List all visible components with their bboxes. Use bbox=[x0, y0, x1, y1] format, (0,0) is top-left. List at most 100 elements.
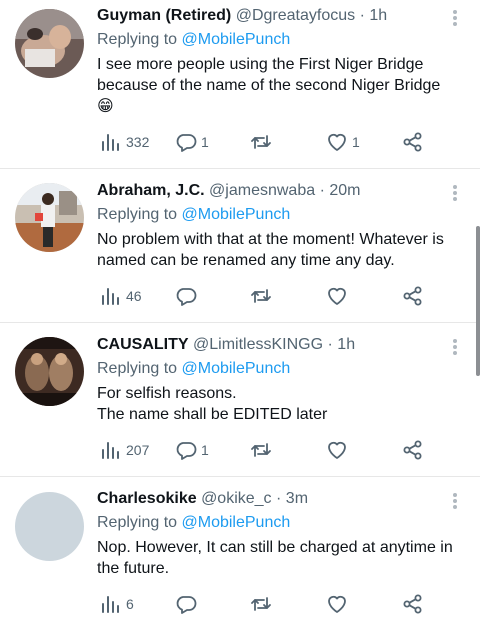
tweet-text: No problem with that at the moment! What… bbox=[97, 229, 462, 271]
tweet[interactable]: Charlesokike @okike_c · 3m Replying to @… bbox=[0, 477, 480, 627]
tweet-header: Charlesokike @okike_c · 3m bbox=[97, 489, 462, 509]
views-button[interactable]: 207 bbox=[100, 439, 149, 461]
tweet[interactable]: Abraham, J.C. @jamesnwaba · 20m Replying… bbox=[0, 169, 480, 323]
tweet-text-line: because of the name of the second Niger … bbox=[97, 77, 441, 94]
reply-button[interactable] bbox=[175, 593, 201, 615]
heart-icon bbox=[328, 287, 346, 305]
heart-icon bbox=[328, 133, 346, 151]
mention-link[interactable]: @MobilePunch bbox=[182, 206, 291, 223]
timestamp[interactable]: 1h bbox=[337, 336, 355, 353]
like-button[interactable] bbox=[326, 285, 352, 307]
tweet-text-line: No problem with that at the moment! What… bbox=[97, 231, 444, 248]
views-button[interactable]: 6 bbox=[100, 593, 134, 615]
mention-link[interactable]: @MobilePunch bbox=[182, 31, 291, 48]
tweet-header: Guyman (Retired) @Dgreatayfocus · 1h bbox=[97, 6, 462, 26]
share-button[interactable] bbox=[402, 285, 424, 307]
retweet-arrows-icon bbox=[251, 597, 271, 611]
views-count: 6 bbox=[126, 596, 134, 612]
tweet-text: For selfish reasons. The name shall be E… bbox=[97, 383, 462, 425]
avatar[interactable] bbox=[15, 337, 84, 406]
reply-button[interactable]: 1 bbox=[175, 439, 209, 461]
like-count: 1 bbox=[352, 134, 360, 150]
like-button[interactable] bbox=[326, 593, 352, 615]
share-button[interactable] bbox=[402, 593, 424, 615]
views-count: 46 bbox=[126, 288, 142, 304]
tweet-text-line: The name shall be EDITED later bbox=[97, 406, 328, 423]
reply-button[interactable]: 1 bbox=[175, 131, 209, 153]
timestamp[interactable]: 1h bbox=[369, 7, 387, 24]
views-button[interactable]: 46 bbox=[100, 285, 142, 307]
timestamp[interactable]: 3m bbox=[286, 490, 308, 507]
share-nodes-icon bbox=[403, 594, 422, 614]
views-count: 332 bbox=[126, 134, 150, 150]
tweet-text-line: For selfish reasons. bbox=[97, 385, 237, 402]
tweet-text-line: Nop. However, It can still be charged at… bbox=[97, 539, 453, 556]
tweet[interactable]: CAUSALITY @LimitlessKINGG · 1h Replying … bbox=[0, 323, 480, 477]
user-handle[interactable]: @LimitlessKINGG bbox=[193, 336, 323, 353]
separator: · bbox=[327, 336, 333, 353]
share-button[interactable] bbox=[402, 439, 424, 461]
like-button[interactable] bbox=[326, 439, 352, 461]
tweet-header: Abraham, J.C. @jamesnwaba · 20m bbox=[97, 181, 462, 201]
like-button[interactable]: 1 bbox=[326, 131, 360, 153]
display-name[interactable]: CAUSALITY bbox=[97, 336, 189, 353]
display-name[interactable]: Abraham, J.C. bbox=[97, 182, 205, 199]
share-nodes-icon bbox=[403, 286, 422, 306]
reply-button[interactable] bbox=[175, 285, 201, 307]
tweet[interactable]: Guyman (Retired) @Dgreatayfocus · 1h Rep… bbox=[0, 0, 480, 169]
more-vertical-icon[interactable] bbox=[452, 491, 458, 511]
mention-link[interactable]: @MobilePunch bbox=[182, 360, 291, 377]
scrollbar[interactable] bbox=[476, 226, 480, 376]
action-bar: 6 bbox=[100, 593, 430, 615]
replying-to: Replying to @MobilePunch bbox=[97, 513, 462, 533]
display-name[interactable]: Guyman (Retired) bbox=[97, 7, 231, 24]
avatar[interactable] bbox=[15, 183, 84, 252]
tweet-text-line: the future. bbox=[97, 560, 170, 577]
bar-chart-icon bbox=[102, 596, 119, 613]
display-name[interactable]: Charlesokike bbox=[97, 490, 197, 507]
action-bar: 207 1 bbox=[100, 439, 430, 461]
retweet-button[interactable] bbox=[250, 593, 276, 615]
replying-prefix: Replying to bbox=[97, 206, 178, 223]
mention-link[interactable]: @MobilePunch bbox=[182, 514, 291, 531]
retweet-arrows-icon bbox=[251, 289, 271, 303]
retweet-button[interactable] bbox=[250, 285, 276, 307]
more-vertical-icon[interactable] bbox=[452, 337, 458, 357]
avatar[interactable] bbox=[15, 492, 84, 561]
replying-prefix: Replying to bbox=[97, 360, 178, 377]
reply-count: 1 bbox=[201, 134, 209, 150]
avatar[interactable] bbox=[15, 9, 84, 78]
speech-bubble-icon bbox=[176, 596, 197, 614]
speech-bubble-icon bbox=[176, 134, 197, 152]
tweet-text-line: 😁 bbox=[97, 98, 114, 115]
user-handle[interactable]: @jamesnwaba bbox=[209, 182, 315, 199]
more-vertical-icon[interactable] bbox=[452, 183, 458, 203]
replying-to: Replying to @MobilePunch bbox=[97, 359, 462, 379]
separator: · bbox=[319, 182, 325, 199]
tweet-text-line: named can be renamed any time any day. bbox=[97, 252, 395, 269]
replying-prefix: Replying to bbox=[97, 514, 178, 531]
share-nodes-icon bbox=[403, 440, 422, 460]
heart-icon bbox=[328, 595, 346, 613]
retweet-button[interactable] bbox=[250, 131, 276, 153]
speech-bubble-icon bbox=[176, 442, 197, 460]
bar-chart-icon bbox=[102, 134, 119, 151]
bar-chart-icon bbox=[102, 288, 119, 305]
user-handle[interactable]: @Dgreatayfocus bbox=[236, 7, 355, 24]
tweet-text-line: I see more people using the First Niger … bbox=[97, 56, 424, 73]
timestamp[interactable]: 20m bbox=[329, 182, 360, 199]
bar-chart-icon bbox=[102, 442, 119, 459]
tweet-header: CAUSALITY @LimitlessKINGG · 1h bbox=[97, 335, 462, 355]
retweet-button[interactable] bbox=[250, 439, 276, 461]
user-handle[interactable]: @okike_c bbox=[201, 490, 272, 507]
views-button[interactable]: 332 bbox=[100, 131, 149, 153]
share-nodes-icon bbox=[403, 132, 422, 152]
more-vertical-icon[interactable] bbox=[452, 8, 458, 28]
share-button[interactable] bbox=[402, 131, 424, 153]
action-bar: 332 1 1 bbox=[100, 131, 430, 153]
replying-prefix: Replying to bbox=[97, 31, 178, 48]
replying-to: Replying to @MobilePunch bbox=[97, 205, 462, 225]
separator: · bbox=[276, 490, 282, 507]
speech-bubble-icon bbox=[176, 288, 197, 306]
tweet-text: Nop. However, It can still be charged at… bbox=[97, 537, 462, 579]
